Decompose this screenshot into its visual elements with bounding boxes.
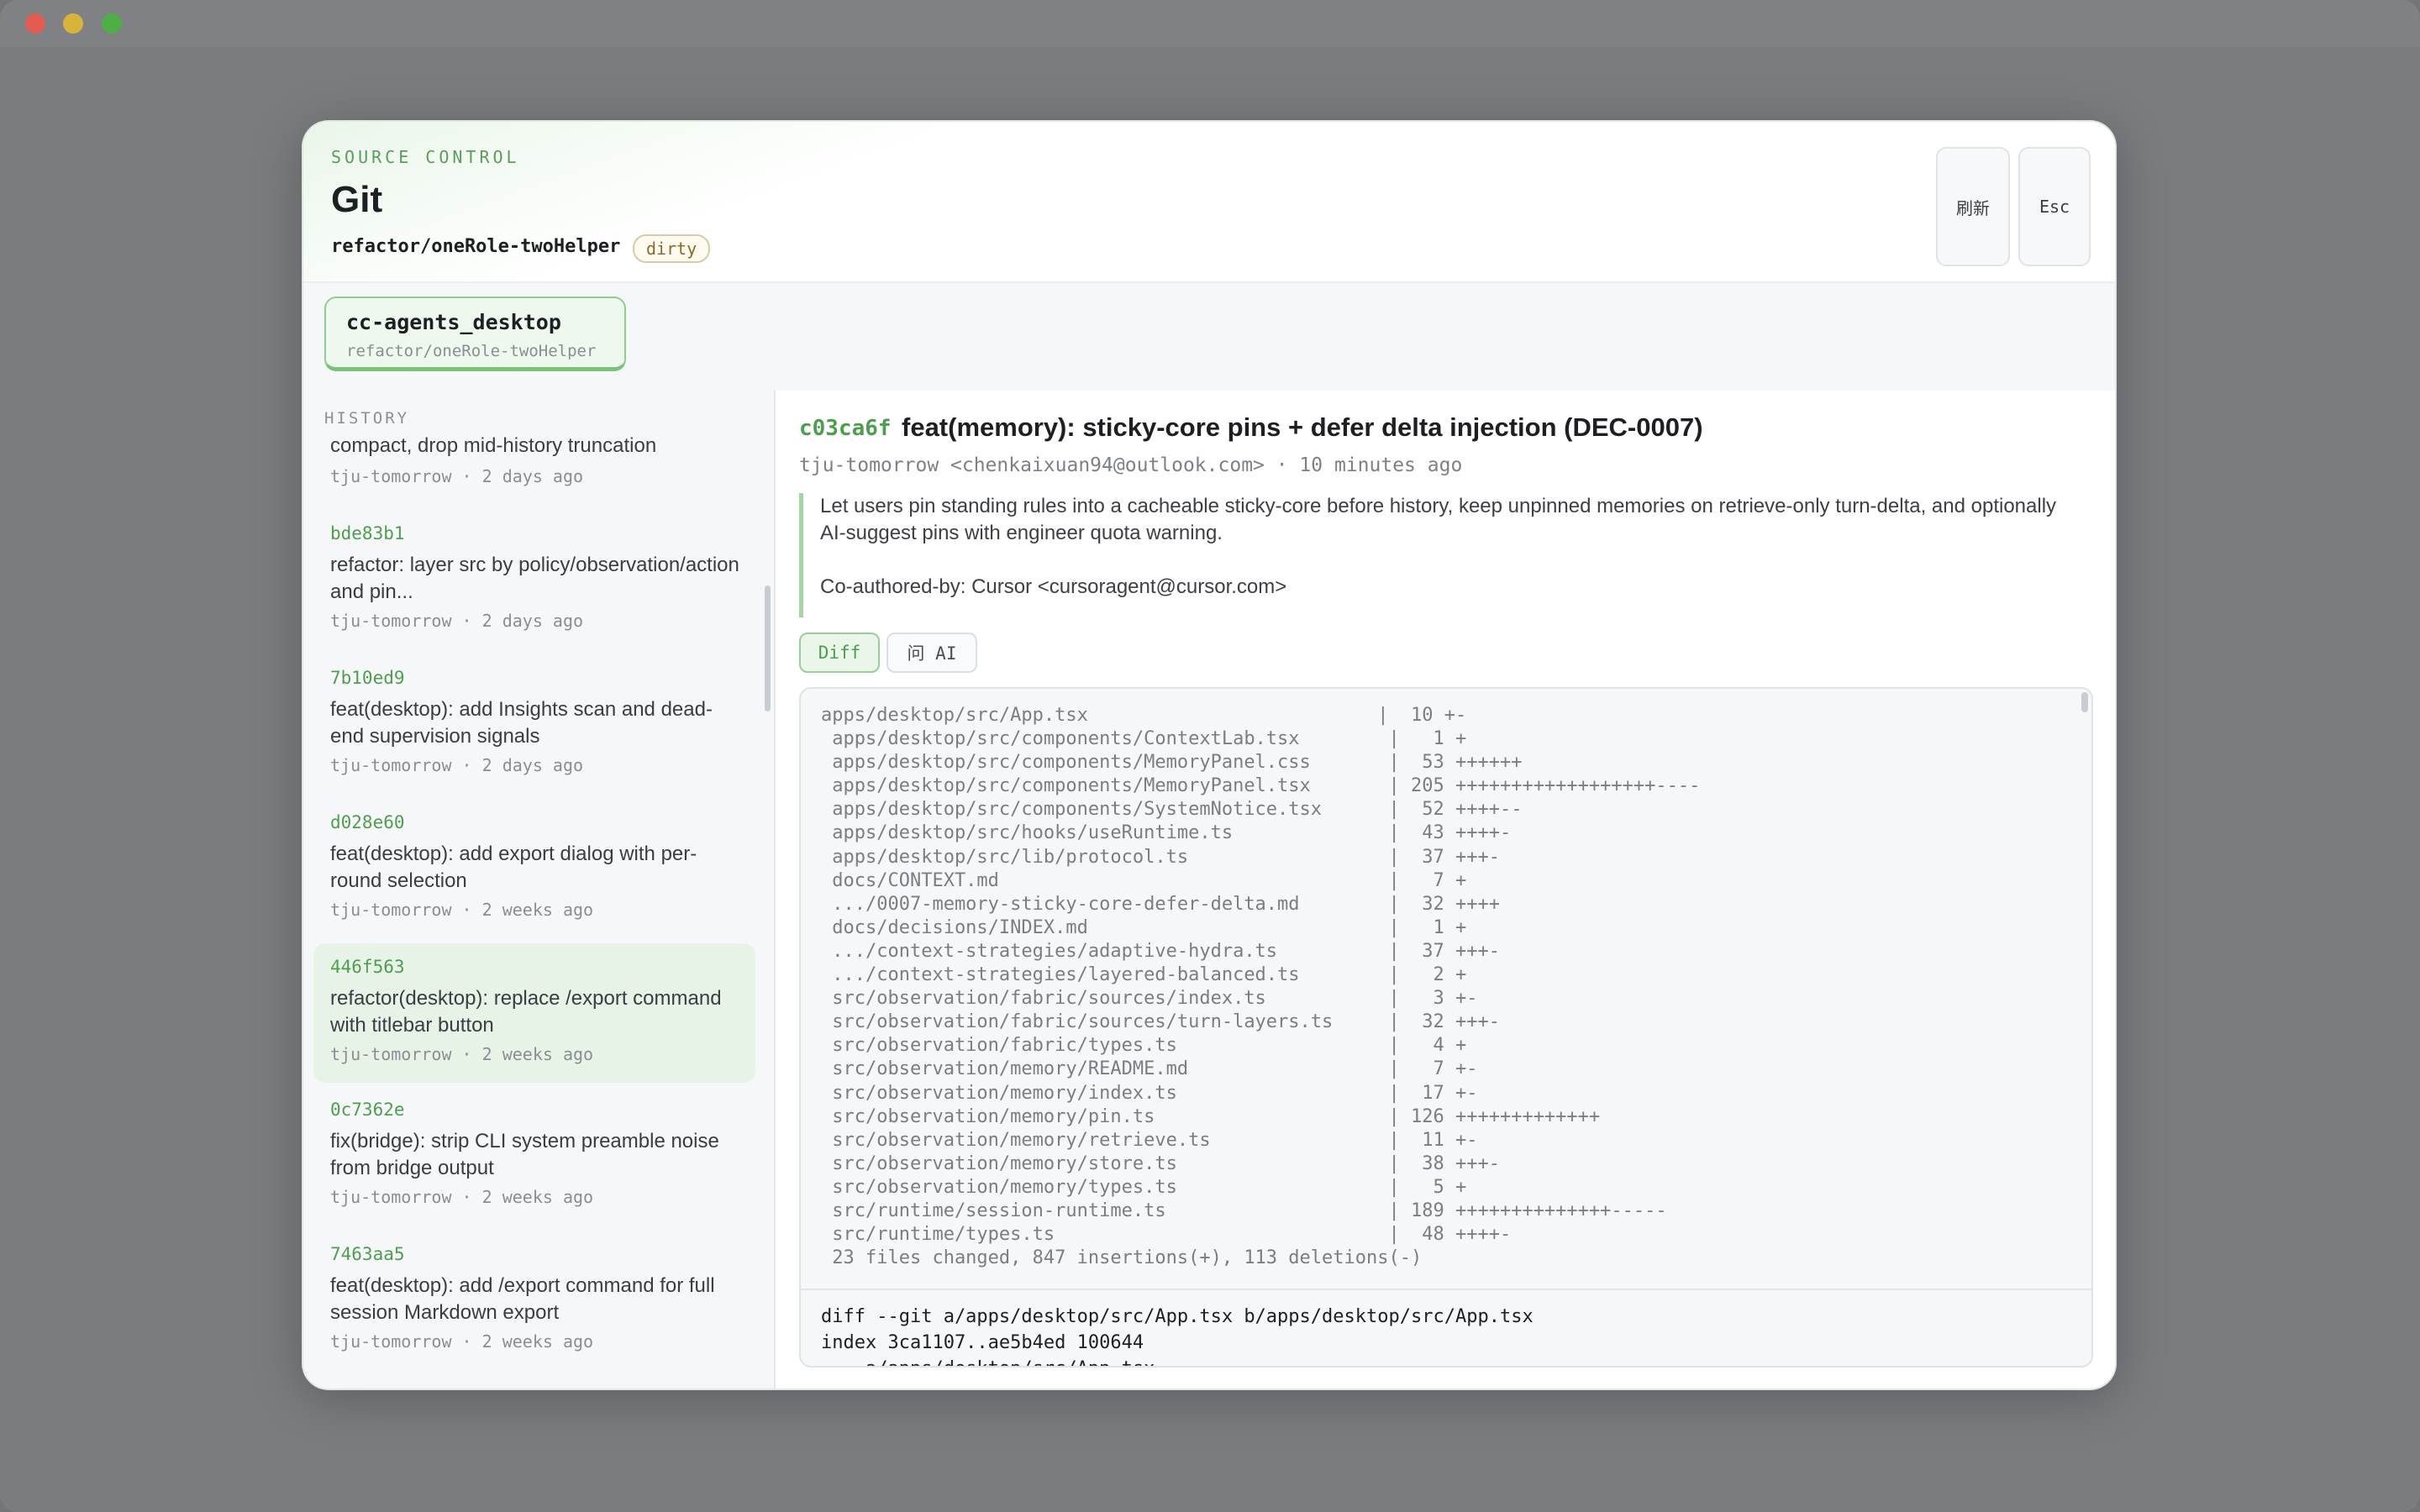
- history-label: HISTORY: [324, 409, 410, 428]
- close-window-button[interactable]: [25, 13, 45, 34]
- history-list[interactable]: HISTORY compact, drop mid-history trunca…: [303, 391, 776, 1389]
- detail-title: feat(memory): sticky-core pins + defer d…: [902, 412, 1703, 442]
- diff-raw: diff --git a/apps/desktop/src/App.tsx b/…: [821, 1306, 1534, 1366]
- commit-hash: 446f563: [330, 957, 405, 977]
- current-branch: refactor/oneRole-twoHelper: [331, 236, 621, 257]
- commit-message: fix(bridge): strip CLI system preamble n…: [330, 1130, 719, 1179]
- diff-tab-button[interactable]: Diff: [799, 633, 880, 673]
- commit-meta: tju-tomorrow · 2 days ago: [330, 755, 584, 775]
- dirty-badge: dirty: [633, 234, 711, 263]
- commit-body-text: Let users pin standing rules into a cach…: [820, 495, 2057, 598]
- diff-panel[interactable]: apps/desktop/src/App.tsx | 10 +- apps/de…: [799, 687, 2093, 1368]
- commit-meta: tju-tomorrow · 2 weeks ago: [330, 900, 594, 920]
- commit-body: Let users pin standing rules into a cach…: [799, 493, 2076, 617]
- repo-bar: cc-agents_desktop refactor/oneRole-twoHe…: [303, 281, 2115, 394]
- ask-ai-button[interactable]: 问 AI: [886, 633, 977, 673]
- detail-hash[interactable]: c03ca6f: [799, 416, 892, 441]
- commit-hash: 7463aa5: [330, 1244, 405, 1264]
- commit-message: refactor: layer src by policy/observatio…: [330, 554, 739, 603]
- history-commit[interactable]: d028e60 feat(desktop): add export dialog…: [313, 806, 755, 947]
- commit-meta: tju-tomorrow · 2 days ago: [330, 611, 584, 631]
- diff-stat: apps/desktop/src/App.tsx | 10 +- apps/de…: [821, 705, 1701, 1269]
- commit-meta: tju-tomorrow · 2 weeks ago: [330, 1187, 594, 1207]
- close-dialog-button[interactable]: Esc: [2018, 147, 2091, 266]
- commit-meta: tju-tomorrow · 2 days ago: [330, 466, 584, 486]
- history-commit[interactable]: bde83b1 refactor: layer src by policy/ob…: [313, 517, 755, 658]
- history-commit[interactable]: 0c7362e fix(bridge): strip CLI system pr…: [313, 1095, 755, 1236]
- history-scrollbar[interactable]: [765, 585, 771, 711]
- diff-scrollbar[interactable]: [2081, 692, 2088, 712]
- history-commit[interactable]: 7b10ed9 feat(desktop): add Insights scan…: [313, 661, 755, 802]
- commit-message: feat(desktop): add Insights scan and dea…: [330, 698, 713, 748]
- history-commit[interactable]: 7463aa5 feat(desktop): add /export comma…: [313, 1239, 755, 1380]
- commit-message: feat(desktop): add /export command for f…: [330, 1274, 715, 1324]
- history-commit-selected[interactable]: 446f563 refactor(desktop): replace /expo…: [313, 943, 755, 1083]
- commit-hash: d028e60: [330, 812, 405, 832]
- commit-message: compact, drop mid-history truncation: [330, 434, 657, 457]
- repo-name: cc-agents_desktop: [346, 310, 561, 334]
- titlebar: [0, 0, 2420, 47]
- maximize-window-button[interactable]: [102, 13, 122, 34]
- commit-meta: tju-tomorrow · 2 weeks ago: [330, 1044, 594, 1064]
- commit-hash: 7b10ed9: [330, 668, 405, 688]
- detail-author: tju-tomorrow <chenkaixuan94@outlook.com>…: [799, 454, 1463, 476]
- diff-separator: [801, 1289, 2091, 1290]
- commit-meta: tju-tomorrow · 2 weeks ago: [330, 1331, 594, 1352]
- commit-message: feat(desktop): add export dialog with pe…: [330, 843, 697, 892]
- repo-chip[interactable]: cc-agents_desktop refactor/oneRole-twoHe…: [324, 297, 626, 371]
- refresh-button[interactable]: 刷新: [1936, 147, 2010, 266]
- dialog-title: Git: [331, 179, 383, 220]
- minimize-window-button[interactable]: [63, 13, 83, 34]
- section-eyebrow: SOURCE CONTROL: [331, 147, 520, 167]
- dialog-header: SOURCE CONTROL Git refactor/oneRole-twoH…: [303, 122, 2115, 281]
- commit-message: refactor(desktop): replace /export comma…: [330, 987, 722, 1037]
- commit-hash: 0c7362e: [330, 1100, 405, 1120]
- commit-hash: bde83b1: [330, 523, 405, 543]
- history-commit[interactable]: compact, drop mid-history truncation tju…: [313, 433, 755, 512]
- repo-branch: refactor/oneRole-twoHelper: [346, 342, 597, 360]
